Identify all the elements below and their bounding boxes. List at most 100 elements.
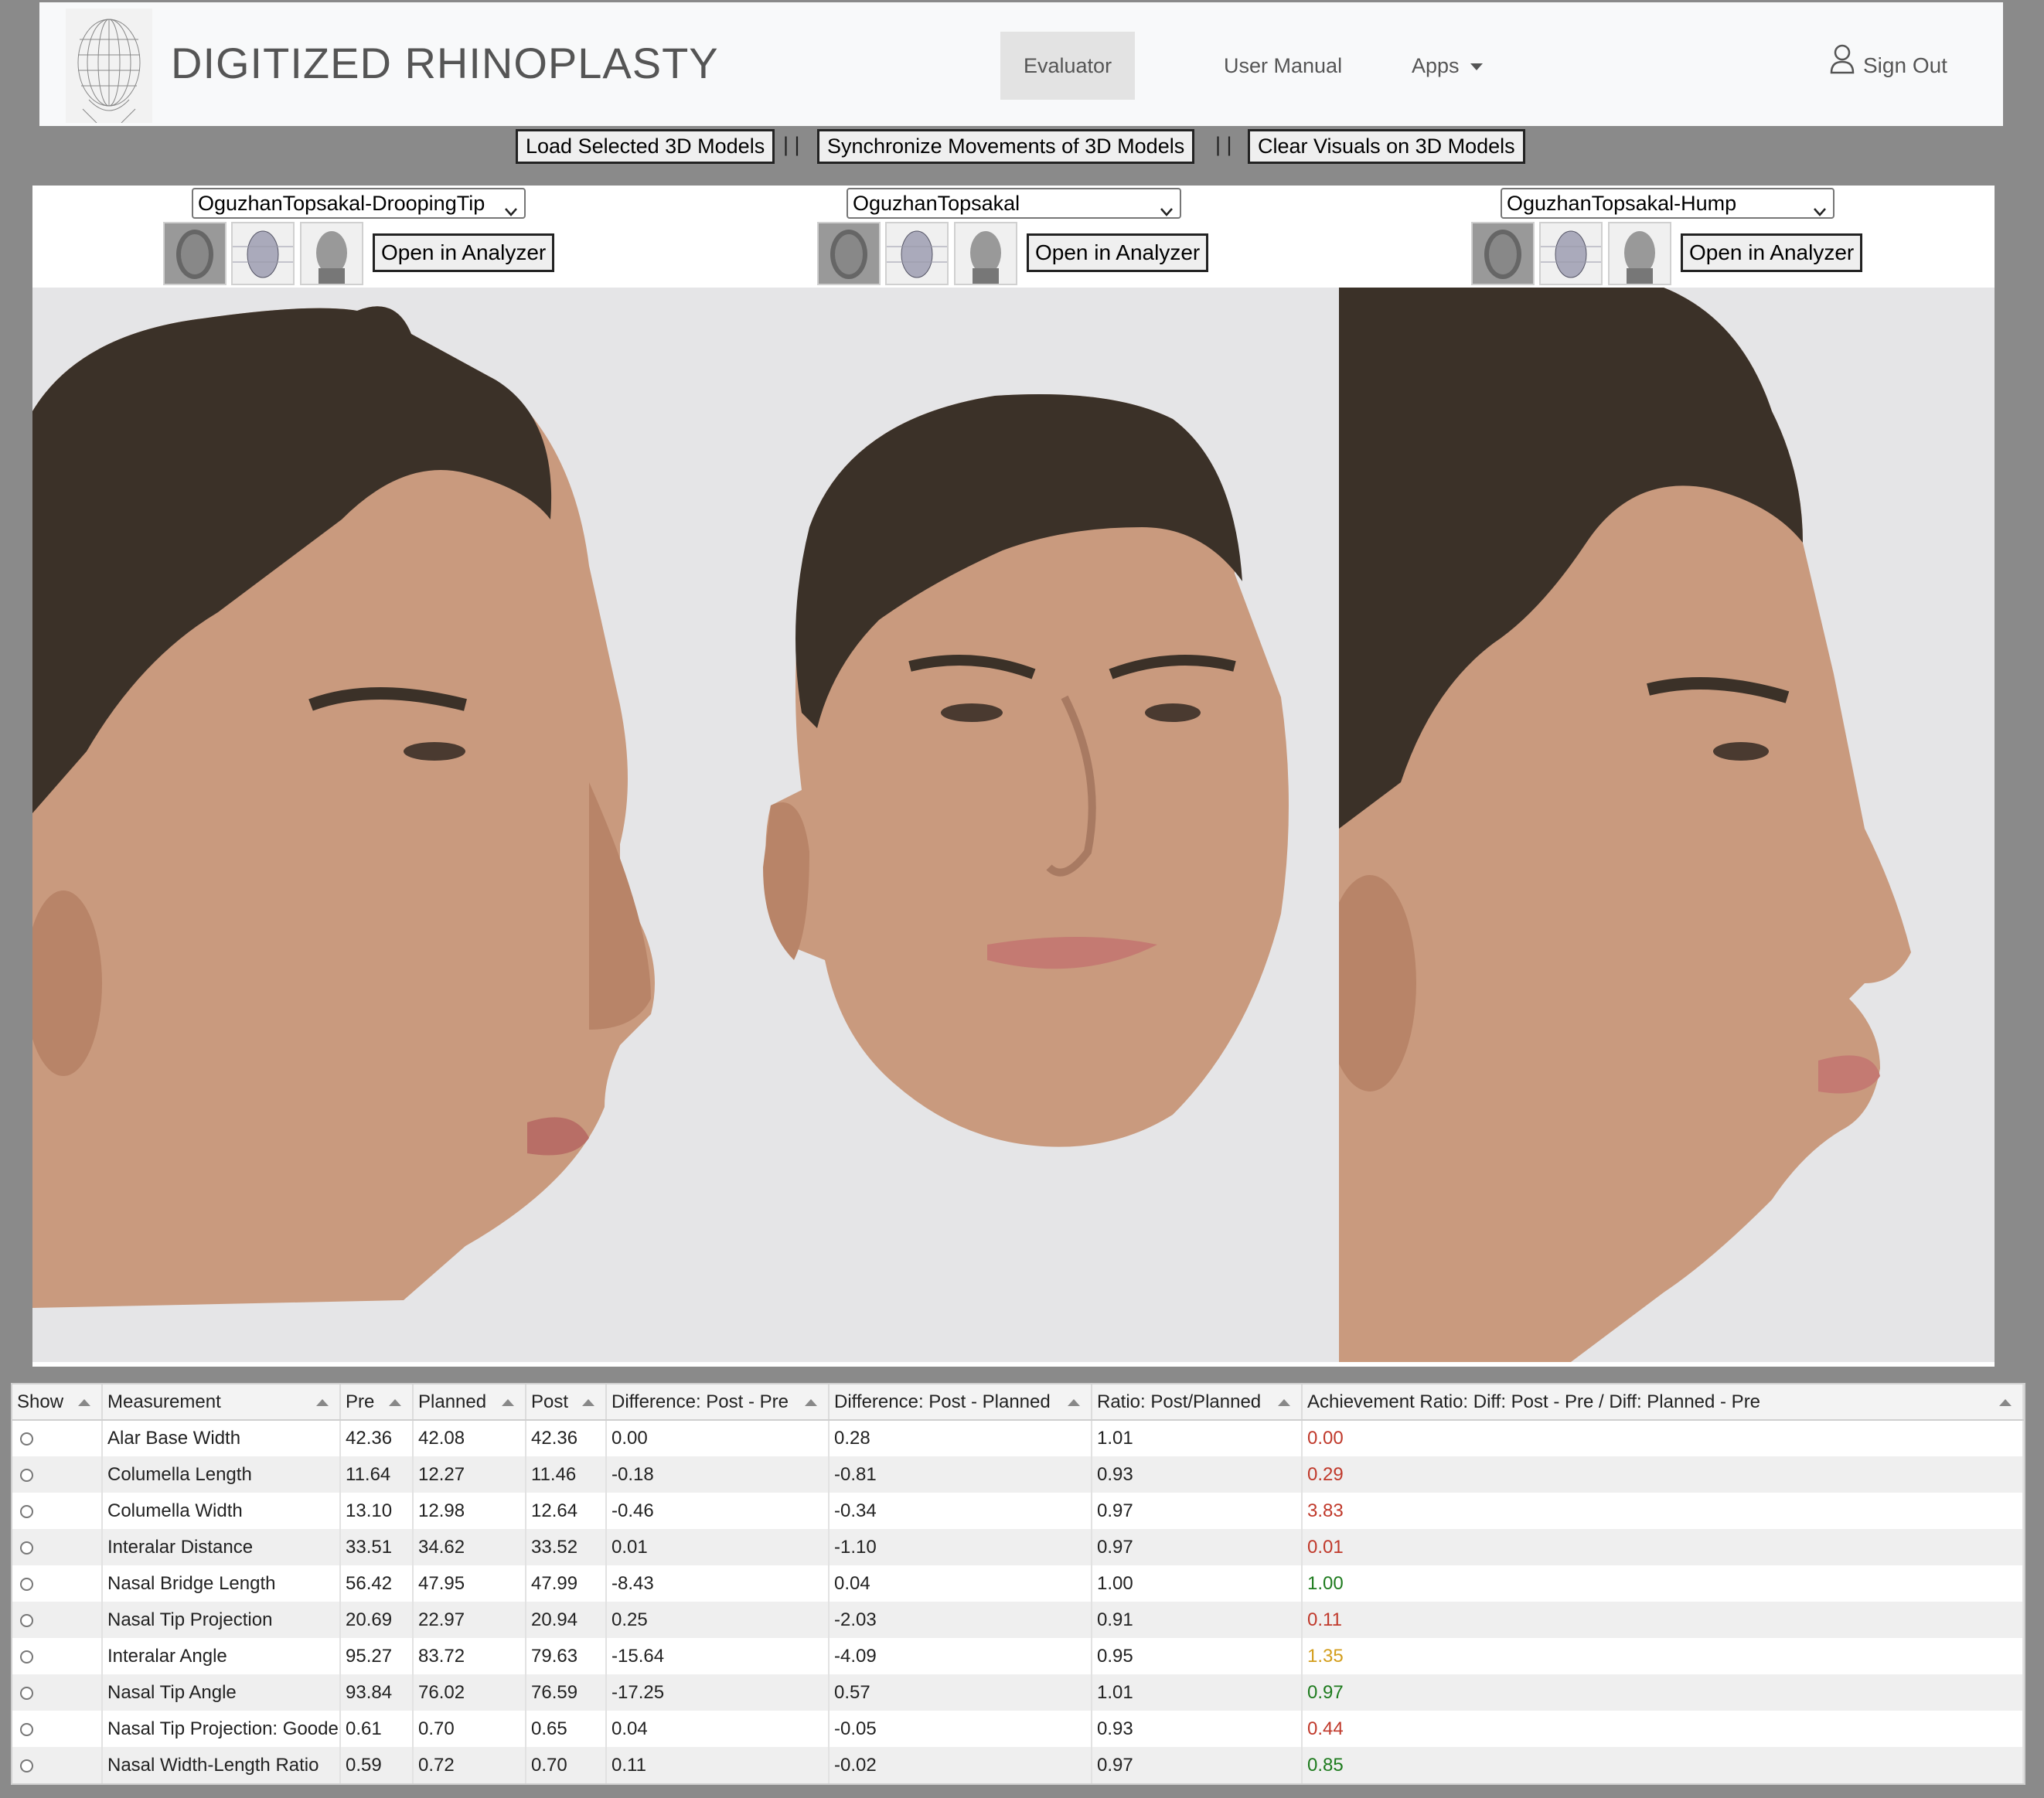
open-in-analyzer-button-1[interactable]: Open in Analyzer — [373, 233, 555, 272]
sort-icon[interactable] — [1068, 1399, 1080, 1406]
post-cell: 47.99 — [526, 1565, 607, 1602]
pre-cell: 33.51 — [340, 1529, 414, 1565]
model-select-3[interactable]: OguzhanTopsakal-Hump — [1501, 188, 1834, 219]
ratio-cell: 1.01 — [1092, 1420, 1303, 1456]
show-radio-button[interactable] — [20, 1722, 33, 1736]
sort-icon[interactable] — [1999, 1399, 2012, 1406]
measurement-cell: Alar Base Width — [102, 1420, 341, 1456]
diff-post-planned-cell: -0.81 — [829, 1456, 1092, 1493]
show-radio-button[interactable] — [20, 1432, 33, 1446]
wireframe-head-logo[interactable] — [66, 9, 152, 124]
post-cell: 42.36 — [526, 1420, 607, 1456]
pre-cell: 0.61 — [340, 1711, 414, 1747]
achievement-ratio-cell: 1.35 — [1302, 1638, 2024, 1674]
measurement-cell: Nasal Width-Length Ratio — [102, 1747, 341, 1783]
diff-post-pre-cell: 0.25 — [606, 1602, 830, 1638]
column-header-achievement-ratio[interactable]: Achievement Ratio: Diff: Post - Pre / Di… — [1302, 1384, 2024, 1421]
open-in-analyzer-button-2[interactable]: Open in Analyzer — [1027, 233, 1209, 272]
post-cell: 76.59 — [526, 1674, 607, 1711]
show-radio — [12, 1420, 103, 1456]
diff-post-planned-cell: -2.03 — [829, 1602, 1092, 1638]
column-header-post[interactable]: Post — [526, 1384, 607, 1421]
3d-model-drooping-tip[interactable] — [32, 288, 682, 1362]
column-header-diff-post-pre[interactable]: Difference: Post - Pre — [606, 1384, 830, 1421]
pre-cell: 0.59 — [340, 1747, 414, 1783]
pre-cell: 20.69 — [340, 1602, 414, 1638]
diff-post-pre-cell: 0.01 — [606, 1529, 830, 1565]
column-header-measurement[interactable]: Measurement — [102, 1384, 341, 1421]
planned-cell: 12.98 — [413, 1493, 526, 1529]
model-select-1[interactable]: OguzhanTopsakal-DroopingTip — [192, 188, 526, 219]
ratio-cell: 0.97 — [1092, 1747, 1303, 1783]
show-radio-button[interactable] — [20, 1504, 33, 1518]
sort-icon[interactable] — [316, 1399, 329, 1406]
diff-post-pre-cell: -0.46 — [606, 1493, 830, 1529]
column-header-show[interactable]: Show — [12, 1384, 103, 1421]
model-select-2[interactable]: OguzhanTopsakal — [847, 188, 1181, 219]
nav-apps-dropdown[interactable]: Apps — [1388, 32, 1506, 100]
sort-icon[interactable] — [389, 1399, 401, 1406]
front-view-shaded-thumbnail[interactable] — [954, 222, 1017, 285]
front-view-grid-thumbnail[interactable] — [885, 222, 949, 285]
column-header-pre[interactable]: Pre — [340, 1384, 414, 1421]
user-icon — [1829, 33, 1855, 101]
show-radio-button[interactable] — [20, 1613, 33, 1627]
show-radio-button[interactable] — [20, 1577, 33, 1591]
achievement-ratio-cell: 0.11 — [1302, 1602, 2024, 1638]
column-header-label: Measurement — [107, 1391, 221, 1412]
show-radio-button[interactable] — [20, 1686, 33, 1700]
show-radio — [12, 1674, 103, 1711]
model-select-1-value: OguzhanTopsakal-DroopingTip — [198, 192, 485, 215]
3d-model-hump[interactable] — [1339, 288, 1995, 1362]
front-view-textured-thumbnail[interactable] — [1471, 222, 1535, 285]
column-header-label: Planned — [418, 1391, 487, 1412]
app-brand-title[interactable]: DIGITIZED RHINOPLASTY — [171, 38, 719, 88]
column-header-ratio[interactable]: Ratio: Post/Planned — [1092, 1384, 1303, 1421]
open-in-analyzer-button-3[interactable]: Open in Analyzer — [1681, 233, 1863, 272]
table-row: Alar Base Width 42.36 42.08 42.36 0.00 0.28 1.… — [12, 1420, 2024, 1456]
front-view-shaded-thumbnail[interactable] — [1608, 222, 1671, 285]
front-view-textured-thumbnail[interactable] — [163, 222, 227, 285]
show-radio-button[interactable] — [20, 1759, 33, 1772]
table-row: Interalar Distance 33.51 34.62 33.52 0.01 -1.… — [12, 1529, 2024, 1565]
measurement-cell: Columella Width — [102, 1493, 341, 1529]
sort-icon[interactable] — [502, 1399, 514, 1406]
load-models-button[interactable]: Load Selected 3D Models — [516, 129, 775, 164]
3d-model-original[interactable] — [740, 373, 1327, 1300]
table-row: Nasal Tip Angle 93.84 76.02 76.59 -17.25 0.57… — [12, 1674, 2024, 1711]
show-radio-button[interactable] — [20, 1541, 33, 1555]
front-view-grid-thumbnail[interactable] — [1539, 222, 1603, 285]
sort-icon[interactable] — [1278, 1399, 1290, 1406]
3d-canvas-area[interactable] — [32, 288, 1995, 1362]
ratio-cell: 0.93 — [1092, 1456, 1303, 1493]
synchronize-movements-button[interactable]: Synchronize Movements of 3D Models — [817, 129, 1195, 164]
achievement-ratio-cell: 0.44 — [1302, 1711, 2024, 1747]
diff-post-planned-cell: -0.34 — [829, 1493, 1092, 1529]
show-radio-button[interactable] — [20, 1468, 33, 1482]
ratio-cell: 0.97 — [1092, 1529, 1303, 1565]
show-radio — [12, 1456, 103, 1493]
column-header-label: Post — [531, 1391, 569, 1412]
measurement-cell: Nasal Tip Projection: Goode — [102, 1711, 341, 1747]
planned-cell: 12.27 — [413, 1456, 526, 1493]
sign-out-link[interactable]: Sign Out — [1829, 32, 1947, 100]
column-header-diff-post-planned[interactable]: Difference: Post - Planned — [829, 1384, 1092, 1421]
diff-post-pre-cell: 0.11 — [606, 1747, 830, 1783]
nav-user-manual[interactable]: User Manual — [1201, 32, 1365, 100]
pre-cell: 93.84 — [340, 1674, 414, 1711]
front-view-grid-thumbnail[interactable] — [231, 222, 295, 285]
nav-apps-label: Apps — [1412, 54, 1460, 77]
ratio-cell: 0.97 — [1092, 1493, 1303, 1529]
show-radio-button[interactable] — [20, 1650, 33, 1663]
front-view-shaded-thumbnail[interactable] — [300, 222, 363, 285]
diff-post-pre-cell: -8.43 — [606, 1565, 830, 1602]
nav-evaluator[interactable]: Evaluator — [1000, 32, 1136, 100]
diff-post-planned-cell: -4.09 — [829, 1638, 1092, 1674]
clear-visuals-button[interactable]: Clear Visuals on 3D Models — [1248, 129, 1525, 164]
sort-icon[interactable] — [582, 1399, 594, 1406]
front-view-textured-thumbnail[interactable] — [817, 222, 881, 285]
ratio-cell: 0.93 — [1092, 1711, 1303, 1747]
column-header-planned[interactable]: Planned — [413, 1384, 526, 1421]
sort-icon[interactable] — [78, 1399, 90, 1406]
sort-icon[interactable] — [805, 1399, 817, 1406]
